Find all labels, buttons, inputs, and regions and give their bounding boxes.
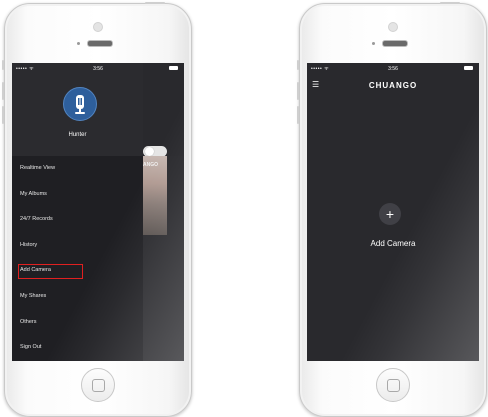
menu-item-sign-out[interactable]: Sign Out [12,335,143,361]
add-camera-label[interactable]: Add Camera [307,239,479,248]
menu-item-my-shares[interactable]: My Shares [12,284,143,310]
earpiece-speaker [87,40,113,47]
menu-item-others[interactable]: Others [12,310,143,336]
menu-item-label: My Shares [20,292,47,299]
mute-switch [297,60,299,70]
menu-item-label: Sign Out [20,344,42,351]
status-time: 3:56 [388,66,398,72]
volume-down-button [297,106,299,124]
user-name: Hunter [68,132,87,138]
menu-item-add-camera[interactable]: Add Camera [12,258,143,284]
main-view-peek[interactable]: ANGO [143,156,184,361]
status-bar: ••••• ᯤ 3:56 [307,63,479,75]
status-time: 3:56 [93,66,103,72]
power-button [440,2,460,4]
menu-item-history[interactable]: History [12,233,143,259]
camera-device-icon [75,95,85,114]
menu-item-my-albums[interactable]: My Albums [12,182,143,208]
power-button [145,2,165,4]
earpiece-speaker [382,40,408,47]
avatar[interactable] [63,87,97,121]
mute-switch [2,60,4,70]
status-bar: ••••• ᯤ 3:56 [12,63,184,75]
home-button[interactable] [81,368,115,402]
volume-down-button [2,106,4,124]
menu-item-label: 24/7 Records [20,216,53,223]
battery-icon [464,66,473,70]
menu-item-label: Add Camera [20,267,51,274]
menu-item-24-7-records[interactable]: 24/7 Records [12,207,143,233]
home-square-icon [387,379,400,392]
brand-title: CHUANGO [368,81,418,90]
volume-up-button [2,82,4,100]
menu-item-label: My Albums [20,190,47,197]
sensor [372,42,375,45]
phone-left: Hunter Realtime View My Albums 24/7 Reco… [2,2,192,417]
menu-item-realtime-view[interactable]: Realtime View [12,156,143,182]
menu-item-label: History [20,241,38,248]
drawer-menu: Realtime View My Albums 24/7 Records His… [12,156,143,361]
battery-icon [169,66,178,70]
add-camera-button[interactable]: + [379,203,401,225]
menu-item-label: Others [20,318,37,325]
volume-up-button [297,82,299,100]
home-square-icon [92,379,105,392]
front-camera [388,22,398,32]
screen: ••••• ᯤ 3:56 ☰ CHUANGO + Add Camera [307,63,479,361]
phone-right: ••••• ᯤ 3:56 ☰ CHUANGO + Add Camera [297,2,487,417]
profile-area: Hunter [12,63,143,156]
screen: Hunter Realtime View My Albums 24/7 Reco… [12,63,184,361]
side-drawer: Hunter Realtime View My Albums 24/7 Reco… [12,63,143,361]
home-button[interactable] [376,368,410,402]
menu-item-label: Realtime View [20,165,56,171]
sensor [77,42,80,45]
front-camera [93,22,103,32]
peek-brand-logo: ANGO [143,162,158,168]
